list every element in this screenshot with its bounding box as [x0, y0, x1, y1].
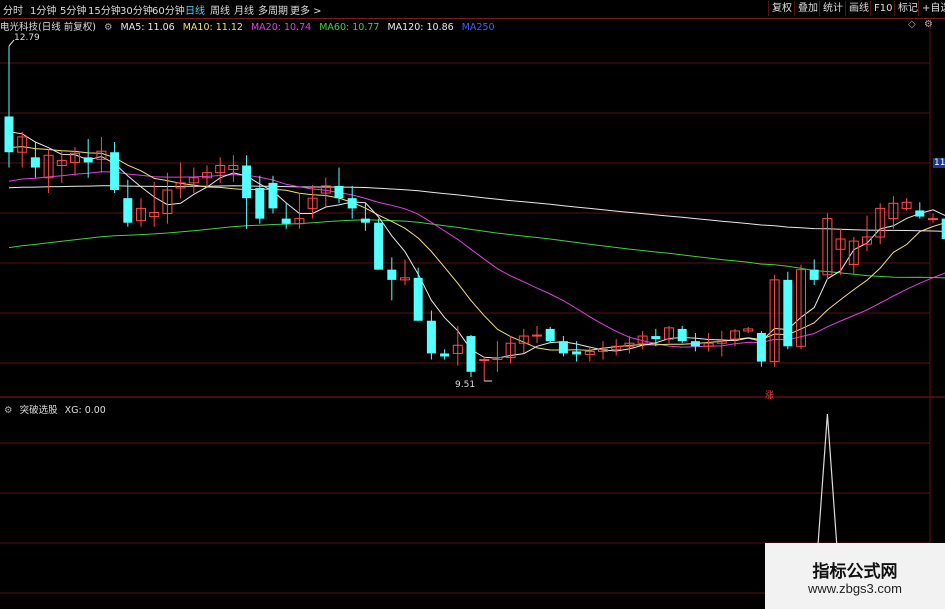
add-watchlist-button[interactable]: +自选: [918, 1, 945, 16]
candle-up: [479, 359, 490, 362]
ma120-value: MA120: 10.86: [387, 22, 454, 33]
tab-daily[interactable]: 日线: [185, 2, 205, 17]
ma-info-bar: 电光科技(日线 前复权) ⚙ MA5: 11.06 MA10: 11.12 MA…: [0, 19, 500, 33]
candle-down: [387, 269, 397, 280]
watermark-url: www.zbgs3.com: [808, 581, 902, 596]
zhang-marker: 涨: [765, 391, 775, 401]
candle-down: [426, 320, 436, 354]
tab-1min[interactable]: 1分钟: [30, 2, 56, 17]
ma5-line: [8, 131, 945, 359]
candle-down: [915, 210, 925, 217]
overlay-button[interactable]: 叠加: [794, 1, 821, 16]
candle-down: [347, 198, 357, 209]
tab-monthly[interactable]: 月线: [234, 2, 254, 17]
watermark-title: 指标公式网: [812, 562, 898, 582]
candle-up: [928, 218, 938, 221]
mark-button[interactable]: 标记: [894, 1, 921, 16]
candle-down: [110, 152, 120, 191]
chart-title: 电光科技(日线 前复权): [0, 22, 96, 33]
tab-multi-period[interactable]: 多周期: [258, 2, 288, 17]
settings-gear-icon[interactable]: ⚙: [104, 22, 113, 33]
candle-down: [268, 182, 278, 209]
candle-down: [123, 198, 133, 223]
candle-down: [558, 341, 568, 354]
fuquan-button[interactable]: 复权: [768, 1, 795, 16]
ma10-line: [8, 146, 945, 351]
ma60-value: MA60: 10.77: [319, 22, 380, 33]
f10-button[interactable]: F10: [870, 1, 895, 16]
candle-down: [783, 279, 793, 347]
indicator-name: 突破选股: [19, 405, 58, 416]
ma10-value: MA10: 11.12: [182, 22, 243, 33]
tab-60min[interactable]: 60分钟: [152, 2, 185, 17]
candle-down: [466, 336, 476, 372]
candle-down: [360, 218, 370, 223]
indicator-label: ⚙ 突破选股 XG: 0.00: [4, 402, 110, 416]
candle-down: [242, 165, 252, 199]
ma5-value: MA5: 11.06: [120, 22, 175, 33]
candle-down: [690, 341, 700, 347]
candle-down: [4, 116, 14, 153]
settings-icon[interactable]: ⚙: [924, 19, 933, 30]
candle-down: [281, 218, 291, 224]
tab-weekly[interactable]: 周线: [210, 2, 230, 17]
right-axis-price-tag: 11: [933, 158, 945, 168]
ma20-line: [8, 171, 945, 348]
stats-button[interactable]: 统计: [819, 1, 846, 16]
moving-average-lines: [8, 131, 945, 359]
candle-down: [572, 351, 582, 355]
price-chart[interactable]: [0, 0, 945, 609]
candle-down: [30, 157, 40, 168]
candle-down: [809, 269, 819, 280]
candle-down: [83, 157, 93, 163]
candle-down: [677, 328, 687, 342]
grid-lines: [0, 19, 945, 609]
low-price-label: 9.51: [455, 380, 476, 390]
tab-fenshi[interactable]: 分时: [3, 2, 23, 17]
tab-15min[interactable]: 15分钟: [88, 2, 121, 17]
watermark: 指标公式网 www.zbgs3.com: [765, 543, 945, 609]
candle-down: [334, 185, 344, 199]
draw-button[interactable]: 画线: [845, 1, 872, 16]
indicator-gear-icon[interactable]: ⚙: [4, 405, 13, 416]
candle-down: [756, 332, 766, 362]
diamond-icon[interactable]: ◇: [908, 19, 916, 30]
indicator-value: XG: 0.00: [64, 405, 106, 416]
high-price-label: 12.79: [14, 33, 40, 43]
candle-down: [545, 328, 555, 342]
candle-down: [440, 353, 450, 357]
candle-down: [651, 336, 661, 340]
tab-30min[interactable]: 30分钟: [120, 2, 153, 17]
candle-down: [255, 187, 265, 219]
candle-down: [413, 277, 423, 321]
ma250-value: MA250: [461, 22, 495, 33]
tab-more[interactable]: 更多 >: [290, 2, 322, 17]
ma20-value: MA20: 10.74: [250, 22, 312, 33]
period-toolbar: 分时 1分钟 5分钟 15分钟 30分钟 60分钟 日线 周线 月线 多周期 更…: [0, 0, 945, 19]
tab-5min[interactable]: 5分钟: [60, 2, 86, 17]
candle-down: [374, 222, 384, 270]
price-marks: [8, 39, 493, 382]
